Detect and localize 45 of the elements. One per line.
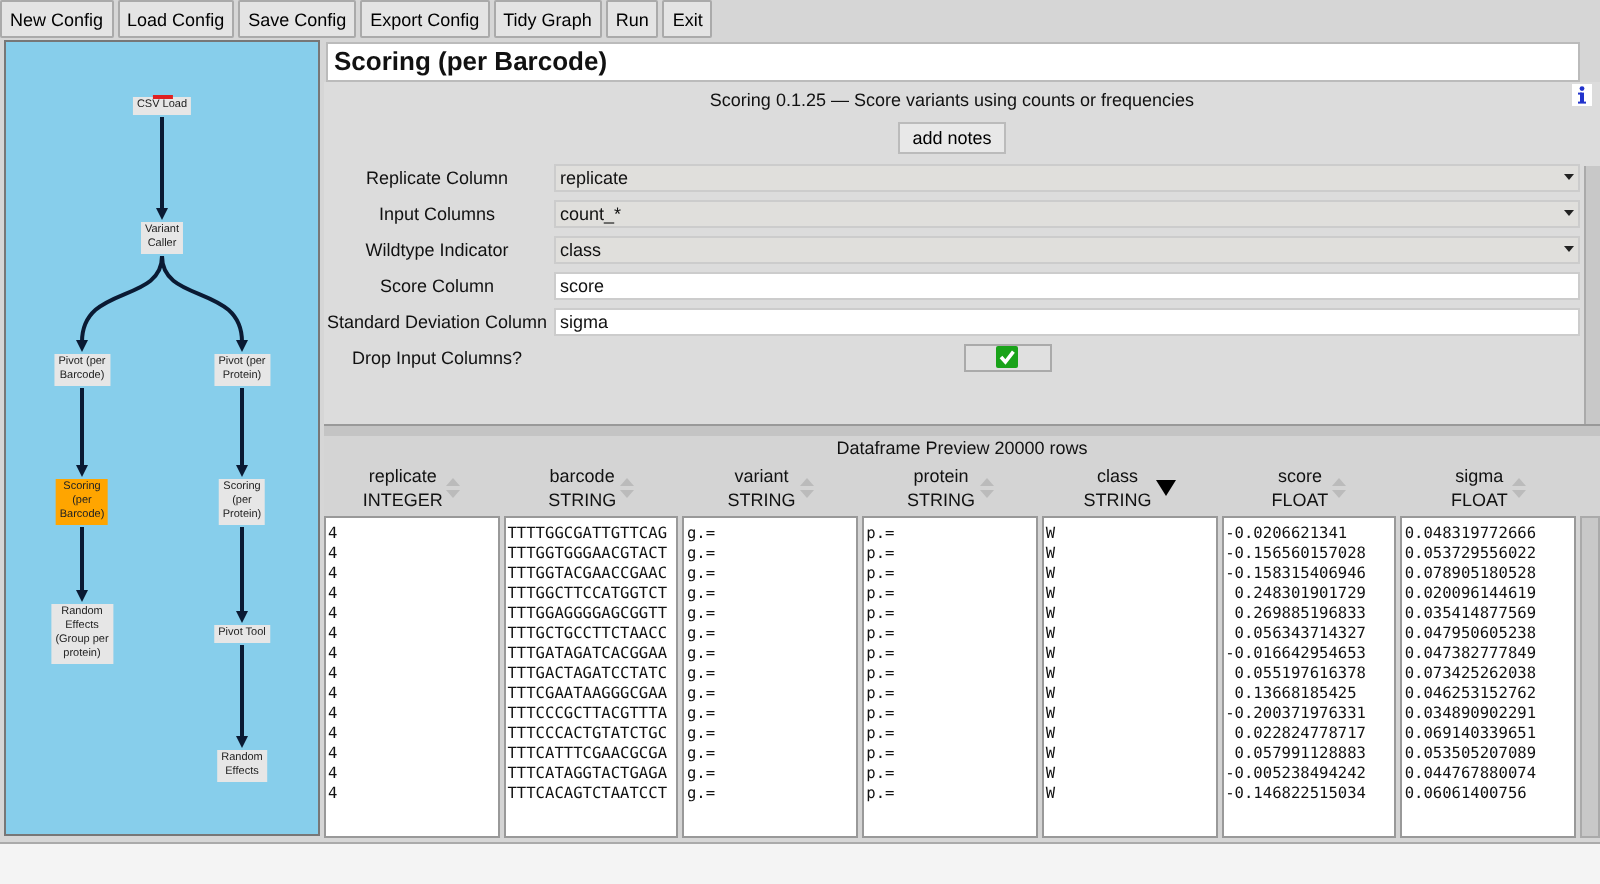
node-title-field[interactable]: Scoring (per Barcode) xyxy=(326,42,1580,82)
scrollbar[interactable] xyxy=(1584,166,1600,424)
field-label: Replicate Column xyxy=(363,167,511,187)
connector-arrow xyxy=(236,527,248,623)
column-header[interactable]: class STRING xyxy=(1041,460,1218,516)
toolbar-button[interactable]: Tidy Graph xyxy=(493,0,602,38)
column-header[interactable]: replicate INTEGER xyxy=(324,460,500,516)
info-icon[interactable] xyxy=(1572,84,1592,106)
connector-arrow xyxy=(76,527,88,602)
toolbar-button[interactable]: New Config xyxy=(0,0,114,38)
caret-icon xyxy=(1564,210,1574,216)
field-label: Wildtype Indicator xyxy=(363,239,511,259)
text-field[interactable]: sigma xyxy=(554,307,1580,335)
dropdown[interactable]: class xyxy=(554,235,1580,263)
column-header[interactable]: protein STRING xyxy=(862,460,1038,516)
toolbar-button[interactable]: Exit xyxy=(662,0,713,38)
column-header[interactable]: score FLOAT xyxy=(1221,460,1397,516)
dropdown[interactable]: count_* xyxy=(554,199,1580,227)
caret-icon xyxy=(1564,246,1574,252)
toolbar-button[interactable]: Save Config xyxy=(238,0,357,38)
caret-icon xyxy=(1564,174,1574,180)
connector-arrow xyxy=(76,255,164,352)
preview-title: Dataframe Preview 20000 rows xyxy=(834,436,1090,460)
column-header[interactable]: barcode STRING xyxy=(503,460,679,516)
field-label: Score Column xyxy=(377,275,497,295)
connector-arrow xyxy=(236,388,248,477)
connector-arrow xyxy=(156,117,168,220)
connector-arrow xyxy=(76,388,88,477)
checkbox[interactable] xyxy=(963,343,1051,371)
column-header[interactable]: variant STRING xyxy=(682,460,859,516)
checkmark-icon xyxy=(996,346,1018,368)
toolbar-button[interactable]: Run xyxy=(605,0,659,38)
node-description: Scoring 0.1.25 — Score variants using counts or frequencies xyxy=(709,90,1195,110)
text-field[interactable]: score xyxy=(554,271,1580,299)
column-header[interactable]: sigma FLOAT xyxy=(1400,460,1577,516)
connector-arrow xyxy=(160,255,248,352)
field-label: Standard Deviation Column xyxy=(324,311,550,331)
field-label: Input Columns xyxy=(376,203,498,223)
toolbar-button[interactable]: Load Config xyxy=(117,0,235,38)
connector-arrow xyxy=(236,645,248,748)
add-notes-button[interactable]: add notes xyxy=(898,122,1006,154)
scrollbar[interactable] xyxy=(1580,516,1600,838)
toolbar-button[interactable]: Export Config xyxy=(360,0,490,38)
dropdown[interactable]: replicate xyxy=(554,163,1580,191)
field-label: Drop Input Columns? xyxy=(349,347,525,367)
